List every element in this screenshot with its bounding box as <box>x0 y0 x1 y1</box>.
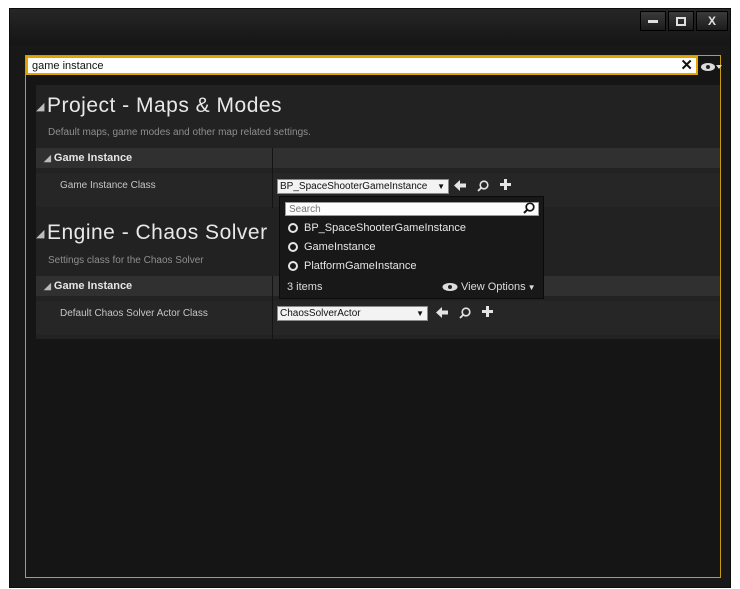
search-icon <box>523 201 535 219</box>
chaos-solver-actor-combo[interactable]: ChaosSolverActor ▼ <box>277 306 428 321</box>
minimize-icon <box>648 19 658 23</box>
section-description-project: Default maps, game modes and other map r… <box>48 127 311 138</box>
magnifier-icon <box>459 307 471 319</box>
close-icon: X <box>707 14 716 28</box>
maximize-icon <box>676 16 686 26</box>
collapse-icon: ◢ <box>36 100 45 113</box>
maximize-button[interactable] <box>668 11 694 31</box>
section-title-project[interactable]: ◢Project - Maps & Modes <box>36 94 282 118</box>
browse-button-2[interactable] <box>459 307 471 321</box>
arrow-left-icon <box>454 180 466 191</box>
plus-icon <box>482 306 493 317</box>
eye-icon <box>701 63 722 71</box>
section-description-engine: Settings class for the Chaos Solver <box>48 255 204 266</box>
use-selected-button-2[interactable] <box>436 307 448 320</box>
magnifier-icon <box>477 180 489 192</box>
radio-icon <box>288 261 298 271</box>
close-window-button[interactable]: X <box>696 11 728 31</box>
browse-button[interactable] <box>477 180 489 194</box>
column-divider[interactable] <box>272 276 273 339</box>
property-label: Game Instance Class <box>60 180 156 191</box>
category-row-game-instance[interactable]: ◢ Game Instance <box>36 148 720 168</box>
settings-search-input[interactable] <box>32 58 652 73</box>
picker-search-input[interactable] <box>289 203 509 215</box>
item-count: 3 items <box>287 281 323 293</box>
clear-search-button[interactable]: ✕ <box>680 58 693 73</box>
property-label: Default Chaos Solver Actor Class <box>60 308 208 319</box>
chevron-down-icon: ▼ <box>437 182 445 191</box>
minimize-button[interactable] <box>640 11 666 31</box>
category-label: ◢ Game Instance <box>44 280 133 292</box>
chevron-down-icon: ▼ <box>416 309 424 318</box>
use-selected-button[interactable] <box>454 180 466 193</box>
class-picker-popup: BP_SpaceShooterGameInstance GameInstance… <box>279 196 544 299</box>
collapse-icon: ◢ <box>36 227 45 240</box>
plus-icon <box>500 179 511 190</box>
view-options-button[interactable]: View Options ▼ <box>442 281 536 293</box>
settings-search-box[interactable]: ✕ <box>26 56 698 75</box>
add-button-2[interactable] <box>482 306 493 319</box>
radio-icon <box>288 223 298 233</box>
title-bar[interactable]: X <box>10 9 730 45</box>
radio-icon <box>288 242 298 252</box>
add-button[interactable] <box>500 179 511 192</box>
category-label: ◢ Game Instance <box>44 152 133 164</box>
window-controls: X <box>638 11 728 31</box>
column-divider[interactable] <box>272 148 273 208</box>
chevron-down-icon: ▼ <box>527 282 536 292</box>
eye-icon <box>442 283 458 291</box>
section-title-engine[interactable]: ◢Engine - Chaos Solver <box>36 221 268 245</box>
visibility-options-button[interactable] <box>700 60 722 72</box>
picker-search-box[interactable] <box>285 202 539 216</box>
picker-item-bp-spaceshooter[interactable]: BP_SpaceShooterGameInstance <box>288 219 466 237</box>
picker-item-platformgameinstance[interactable]: PlatformGameInstance <box>288 257 417 275</box>
game-instance-class-combo[interactable]: BP_SpaceShooterGameInstance ▼ <box>277 179 449 194</box>
picker-item-gameinstance[interactable]: GameInstance <box>288 238 376 256</box>
arrow-left-icon <box>436 307 448 318</box>
